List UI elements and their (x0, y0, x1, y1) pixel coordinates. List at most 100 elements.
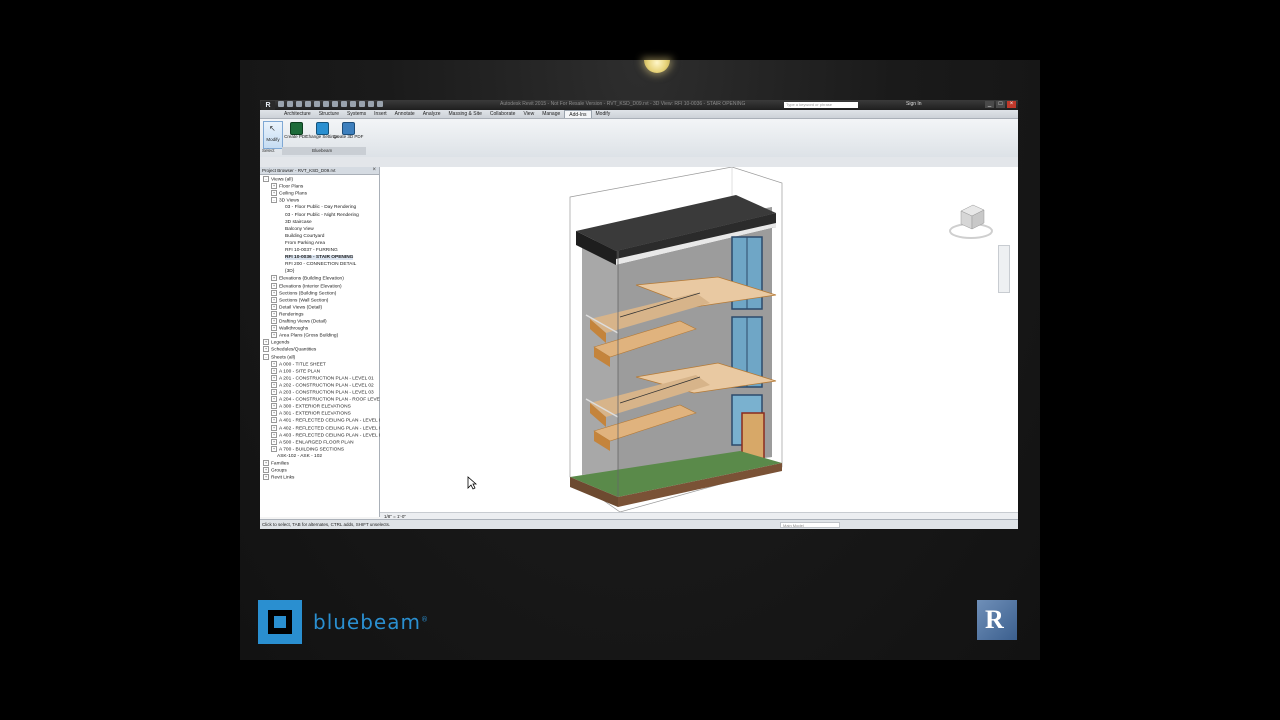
tree-item[interactable]: + Groups (263, 467, 287, 474)
tab-analyze[interactable]: Analyze (419, 110, 445, 118)
tree-item[interactable]: + Ceiling Plans (271, 190, 307, 197)
expand-icon[interactable]: + (271, 374, 277, 381)
expand-icon[interactable]: + (271, 303, 277, 310)
minimize-icon[interactable]: _ (985, 101, 994, 108)
expand-icon[interactable]: + (271, 282, 277, 289)
tree-item[interactable]: + Area Plans (Gross Building) (271, 332, 338, 339)
tree-item[interactable]: 03 - Floor Public - Night Rendering (279, 212, 359, 219)
tree-item[interactable]: + Schedules/Quantities (263, 346, 316, 353)
tree-item[interactable]: Balcony View (279, 226, 314, 233)
tree-item[interactable]: + Renderings (271, 310, 304, 318)
tree-item[interactable]: + A 202 - CONSTRUCTION PLAN - LEVEL 02 (271, 381, 374, 389)
tree-item[interactable]: + Floor Plans (271, 183, 303, 190)
tab-manage[interactable]: Manage (538, 110, 564, 118)
tab-insert[interactable]: Insert (370, 110, 391, 118)
bluebeam-panel-label[interactable]: Bluebeam (312, 148, 332, 153)
expand-icon[interactable]: + (271, 403, 277, 410)
measure-icon[interactable] (323, 101, 329, 107)
expand-icon[interactable]: + (271, 332, 277, 339)
expand-icon[interactable]: + (271, 389, 277, 395)
tree-item[interactable]: + Detail Views (Detail) (271, 303, 322, 311)
expand-icon[interactable]: + (271, 424, 277, 431)
tree-item[interactable]: + Legends (263, 339, 289, 346)
tree-item[interactable]: + A 204 - CONSTRUCTION PLAN - ROOF LEVEL (271, 396, 382, 403)
expand-icon[interactable]: + (271, 310, 277, 317)
tab-view[interactable]: View (519, 110, 538, 118)
tree-item[interactable]: -3D Views (271, 197, 299, 204)
tree-item[interactable]: + Elevations (Interior Elevation) (271, 282, 342, 290)
open-icon[interactable] (278, 101, 284, 107)
revit-app-icon[interactable]: R (261, 101, 275, 110)
tree-item[interactable]: + Families (263, 460, 289, 467)
expand-icon[interactable]: + (271, 431, 277, 438)
tab-modify[interactable]: Modify (592, 110, 615, 118)
expand-icon[interactable]: + (271, 417, 277, 424)
expand-icon[interactable]: + (263, 339, 269, 346)
sign-in-link[interactable]: Sign In (906, 101, 922, 107)
tree-item[interactable]: + Sections (Building Section) (271, 289, 336, 297)
expand-icon[interactable]: + (263, 467, 269, 474)
expand-icon[interactable]: + (271, 296, 277, 303)
undo-icon[interactable] (296, 101, 302, 107)
close-hidden-icon[interactable] (368, 101, 374, 107)
expand-icon[interactable]: + (271, 396, 277, 403)
expand-icon[interactable]: + (271, 438, 277, 445)
tree-item[interactable]: + A 300 - EXTERIOR ELEVATIONS (271, 403, 351, 410)
tree-item[interactable]: + A 700 - BUILDING SECTIONS (271, 445, 344, 453)
tree-item[interactable]: - Views (all) (263, 176, 293, 183)
tree-item[interactable]: + A 403 - REFLECTED CEILING PLAN - LEVEL … (271, 431, 384, 439)
search-input[interactable]: Type a keyword or phrase (784, 102, 858, 108)
expand-icon[interactable]: + (271, 445, 277, 452)
select-dropdown[interactable]: Select (262, 148, 275, 153)
tree-item[interactable]: 03 - Floor Public - Day Rendering (279, 204, 356, 211)
tree-item[interactable]: RFI 10-0036 - STAIR OPENING (279, 254, 354, 261)
tree-item[interactable]: + A 100 - SITE PLAN (271, 367, 320, 375)
tree-item[interactable]: + Sections (Wall Section) (271, 296, 328, 304)
expand-icon[interactable]: + (271, 275, 277, 282)
close-icon[interactable]: × (1007, 101, 1016, 108)
create-3d-pdf-button[interactable]: Create 3D PDF (333, 121, 363, 147)
expand-icon[interactable]: + (263, 346, 269, 353)
collapse-icon[interactable]: - (271, 197, 277, 204)
expand-icon[interactable]: + (271, 381, 277, 388)
tree-item[interactable]: + Drafting Views (Detail) (271, 318, 327, 325)
tab-annotate[interactable]: Annotate (391, 110, 419, 118)
tree-item[interactable]: + A 402 - REFLECTED CEILING PLAN - LEVEL … (271, 424, 384, 432)
expand-icon[interactable]: + (271, 190, 277, 197)
save-icon[interactable] (287, 101, 293, 107)
tree-item[interactable]: {3D} (279, 268, 294, 275)
switch-windows-icon[interactable] (377, 101, 383, 107)
text-icon[interactable] (332, 101, 338, 107)
tree-item[interactable]: + A 401 - REFLECTED CEILING PLAN - LEVEL … (271, 417, 384, 424)
expand-icon[interactable]: + (271, 183, 277, 190)
collapse-icon[interactable]: - (263, 176, 269, 182)
maximize-icon[interactable]: □ (996, 101, 1005, 108)
tab-structure[interactable]: Structure (315, 110, 343, 118)
print-icon[interactable] (314, 101, 320, 107)
tree-item[interactable]: From Parking Area (279, 240, 325, 247)
tab-collaborate[interactable]: Collaborate (486, 110, 520, 118)
model-selector[interactable]: Main Model (780, 522, 840, 528)
collapse-icon[interactable]: - (263, 353, 269, 360)
viewcube-icon[interactable] (948, 201, 994, 241)
tree-item[interactable]: + A 500 - ENLARGED FLOOR PLAN (271, 438, 354, 446)
tree-item[interactable]: ASK-102 - ASK - 102 (271, 453, 322, 460)
redo-icon[interactable] (305, 101, 311, 107)
expand-icon[interactable]: + (271, 410, 277, 417)
tree-item[interactable]: + Walkthroughs (271, 325, 308, 332)
tree-item[interactable]: 3D staircase (279, 219, 312, 226)
tree-item[interactable]: + Revit Links (263, 474, 294, 481)
tree-item[interactable]: + A 301 - EXTERIOR ELEVATIONS (271, 410, 351, 417)
tab-massing-site[interactable]: Massing & Site (445, 110, 486, 118)
expand-icon[interactable]: + (271, 360, 277, 367)
expand-icon[interactable]: + (271, 289, 277, 296)
expand-icon[interactable]: + (271, 367, 277, 374)
tree-item[interactable]: + A 203 - CONSTRUCTION PLAN - LEVEL 03 (271, 389, 374, 396)
tree-item[interactable]: + Elevations (Building Elevation) (271, 275, 344, 282)
stair-model-3d[interactable] (380, 166, 1018, 513)
section-icon[interactable] (350, 101, 356, 107)
thin-lines-icon[interactable] (359, 101, 365, 107)
tree-item[interactable]: + A 000 - TITLE SHEET (271, 360, 326, 368)
tree-item[interactable]: - Sheets (all) (263, 353, 295, 361)
expand-icon[interactable]: + (263, 474, 269, 481)
